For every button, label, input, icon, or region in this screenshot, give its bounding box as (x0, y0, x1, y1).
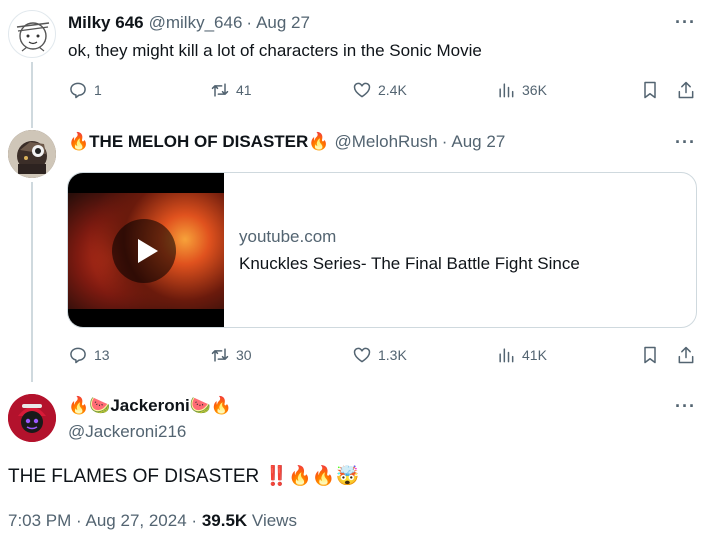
display-name[interactable]: Milky 646 (68, 13, 144, 33)
link-card[interactable]: youtube.com Knuckles Series- The Final B… (67, 172, 697, 328)
reply-count: 1 (94, 82, 102, 98)
views-button[interactable]: 41K (496, 345, 547, 365)
bookmark-button[interactable] (640, 345, 660, 370)
thread-line (31, 182, 33, 382)
like-button[interactable]: 2.4K (352, 80, 407, 100)
more-options-button[interactable]: ··· (675, 12, 696, 33)
post-date[interactable]: Aug 27, 2024 (86, 511, 187, 530)
avatar[interactable] (8, 130, 56, 178)
share-button[interactable] (676, 80, 696, 105)
character-avatar-icon (8, 130, 56, 178)
avatar[interactable] (8, 394, 56, 442)
separator: · (76, 511, 82, 530)
views-count: 36K (522, 82, 547, 98)
action-bar: 1 41 2.4K 36K (68, 80, 708, 104)
tweet-text-content: THE FLAMES OF DISASTER (8, 466, 260, 487)
card-domain: youtube.com (239, 227, 337, 246)
tweet-header: Milky 646 @milky_646 · Aug 27 (68, 13, 310, 33)
share-button[interactable] (676, 345, 696, 370)
tweet-text: THE FLAMES OF DISASTER ‼️🔥🔥🤯 (8, 464, 359, 488)
views-count: 39.5K (201, 511, 248, 530)
post-timestamp: 7:03 PM · Aug 27, 2024 · 39.5K Views (8, 511, 297, 531)
character-avatar-icon (8, 394, 56, 442)
reply-button[interactable]: 13 (68, 345, 110, 365)
repost-icon (211, 348, 229, 362)
separator: · (441, 132, 448, 151)
post-time[interactable]: 7:03 PM (8, 511, 71, 530)
reply-icon (70, 347, 86, 364)
fire-emoji: 🔥 (68, 132, 90, 152)
display-name[interactable]: THE MELOH OF DISASTER (89, 132, 308, 152)
thread-line (31, 120, 33, 128)
bookmark-icon (644, 346, 656, 364)
handle[interactable]: @Jackeroni216 (68, 422, 186, 442)
more-options-button[interactable]: ··· (675, 132, 696, 153)
handle-row: @Jackeroni216 (68, 422, 186, 442)
tweet-text: ok, they might kill a lot of characters … (68, 41, 482, 60)
heart-icon (353, 82, 371, 98)
views-button[interactable]: 36K (496, 80, 547, 100)
views-count: 41K (522, 347, 547, 363)
repost-button[interactable]: 41 (210, 80, 252, 100)
repost-icon (211, 83, 229, 97)
display-name[interactable]: Jackeroni (110, 396, 189, 416)
like-button[interactable]: 1.3K (352, 345, 407, 365)
tweet-emoji: ‼️🔥🔥🤯 (264, 465, 360, 487)
bookmark-button[interactable] (640, 80, 660, 105)
video-thumbnail[interactable] (68, 173, 224, 327)
fire-watermelon-emoji: 🔥🍉 (68, 396, 111, 416)
separator: · (191, 511, 198, 530)
reply-icon (70, 82, 86, 99)
like-count: 1.3K (378, 347, 407, 363)
post-date[interactable]: Aug 27 (256, 13, 310, 33)
reply-button[interactable]: 1 (68, 80, 102, 100)
views-label: Views (251, 511, 297, 530)
action-bar: 13 30 1.3K 41K (68, 345, 708, 369)
tweet-header: 🔥 THE MELOH OF DISASTER 🔥 @MelohRush · A… (68, 132, 505, 152)
reply-count: 13 (94, 347, 110, 363)
repost-count: 30 (236, 347, 252, 363)
heart-icon (353, 347, 371, 363)
watermelon-fire-emoji: 🍉🔥 (189, 396, 233, 416)
tweet-1[interactable]: Milky 646 @milky_646 · Aug 27 ··· ok, th… (0, 0, 710, 120)
handle[interactable]: @MelohRush (334, 132, 437, 152)
handle[interactable]: @milky_646 (149, 13, 243, 33)
analytics-icon (499, 83, 514, 98)
card-title: Knuckles Series- The Final Battle Fight … (239, 254, 580, 273)
share-icon (678, 346, 694, 364)
sketch-avatar-icon (16, 22, 50, 52)
like-count: 2.4K (378, 82, 407, 98)
repost-button[interactable]: 30 (210, 345, 252, 365)
fire-emoji: 🔥 (308, 132, 330, 152)
tweet-header: 🔥🍉 Jackeroni 🍉🔥 (68, 396, 232, 416)
more-options-button[interactable]: ··· (675, 396, 696, 417)
repost-count: 41 (236, 82, 252, 98)
thread-line (31, 62, 33, 120)
separator: · (246, 13, 253, 32)
play-icon[interactable] (112, 219, 176, 283)
share-icon (678, 81, 694, 99)
analytics-icon (499, 348, 514, 363)
post-date[interactable]: Aug 27 (451, 132, 505, 152)
avatar[interactable] (8, 10, 56, 58)
bookmark-icon (644, 81, 656, 99)
